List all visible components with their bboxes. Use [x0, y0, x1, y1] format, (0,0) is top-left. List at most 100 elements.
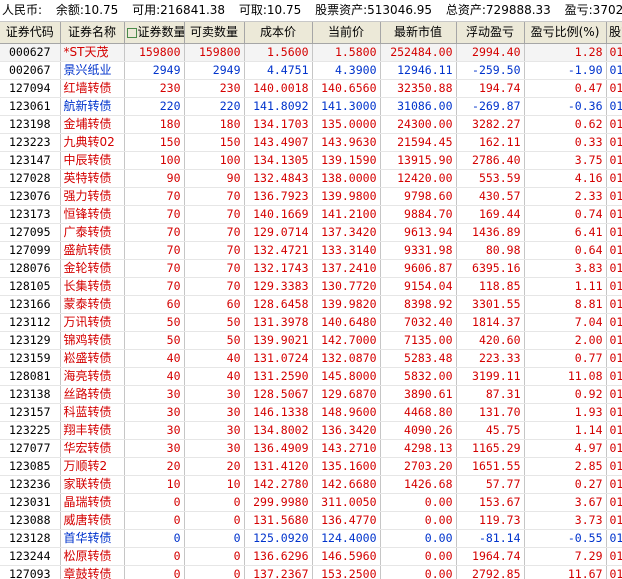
- cell-sellable: 150: [184, 133, 245, 152]
- cell-holder: 0104127: [606, 43, 622, 62]
- cell-name: 晶瑞转债: [60, 493, 125, 512]
- table-row[interactable]: 123157 科蓝转债 30 30 146.1338 148.9600 4468.80 131…: [0, 403, 622, 422]
- cell-sellable: 70: [184, 187, 245, 206]
- cell-pnl: 2994.40: [456, 43, 525, 62]
- cell-pct: 1.14: [524, 421, 607, 440]
- col-header-code[interactable]: 证券代码: [0, 22, 61, 44]
- table-row[interactable]: 127077 华宏转债 30 30 136.4909 143.2710 4298.13 116…: [0, 439, 622, 458]
- cell-qty: 70: [124, 259, 185, 278]
- table-row[interactable]: 128081 海亮转债 40 40 131.2590 145.8000 5832.00 319…: [0, 367, 622, 386]
- cell-cost: 146.1338: [244, 403, 313, 422]
- table-row[interactable]: 123088 威唐转债 0 0 131.5680 136.4770 0.00 119.73 3.…: [0, 511, 622, 530]
- table-row[interactable]: 002067 景兴纸业 2949 2949 4.4751 4.3900 12946.11 -2…: [0, 61, 622, 80]
- table-row[interactable]: 127094 红墙转债 230 230 140.0018 140.6560 32350.88…: [0, 79, 622, 98]
- cell-cost: 142.2780: [244, 475, 313, 494]
- table-row[interactable]: 127028 英特转债 90 90 132.4843 138.0000 12420.00 55…: [0, 169, 622, 188]
- cell-name: 崧盛转债: [60, 349, 125, 368]
- cell-value: 24300.00: [380, 115, 457, 134]
- col-header-pct[interactable]: 盈亏比例(%): [524, 22, 607, 44]
- cell-name: 广泰转债: [60, 223, 125, 242]
- cell-qty: 70: [124, 277, 185, 296]
- table-row[interactable]: 123159 崧盛转债 40 40 131.0724 132.0870 5283.48 223…: [0, 349, 622, 368]
- table-row[interactable]: 123076 强力转债 70 70 136.7923 139.9800 9798.60 430…: [0, 187, 622, 206]
- cell-price: 142.7000: [312, 331, 381, 350]
- cell-holder: 0104127: [606, 133, 622, 152]
- col-header-name[interactable]: 证券名称: [60, 22, 125, 44]
- cell-cost: 134.8002: [244, 421, 313, 440]
- table-row[interactable]: 123173 恒锋转债 70 70 140.1669 141.2100 9884.70 169…: [0, 205, 622, 224]
- cell-sellable: 100: [184, 151, 245, 170]
- table-row[interactable]: 123236 家联转债 10 10 142.2780 142.6680 1426.68 57.…: [0, 475, 622, 494]
- table-row[interactable]: 123166 蒙泰转债 60 60 128.6458 139.9820 8398.92 330…: [0, 295, 622, 314]
- cell-qty: 150: [124, 133, 185, 152]
- cell-sellable: 90: [184, 169, 245, 188]
- cell-pct: 11.67: [524, 565, 607, 579]
- col-header-cost[interactable]: 成本价: [244, 22, 313, 44]
- cell-holder: 0104127: [606, 439, 622, 458]
- table-row[interactable]: 123138 丝路转债 30 30 128.5067 129.6870 3890.61 87.…: [0, 385, 622, 404]
- table-row[interactable]: 123198 金埔转债 180 180 134.1703 135.0000 24300.00…: [0, 115, 622, 134]
- cell-pnl: -269.87: [456, 97, 525, 116]
- table-row[interactable]: 123085 万顺转2 20 20 131.4120 135.1600 2703.20 165…: [0, 457, 622, 476]
- table-row[interactable]: 123225 翔丰转债 30 30 134.8002 136.3420 4090.26 45.…: [0, 421, 622, 440]
- table-row[interactable]: 127093 章鼓转债 0 0 137.2367 153.2500 0.00 2792.85 1…: [0, 565, 622, 579]
- table-row[interactable]: 123244 松原转债 0 0 136.6296 146.5960 0.00 1964.74 7…: [0, 547, 622, 566]
- cell-pct: 8.81: [524, 295, 607, 314]
- cell-code: 002067: [0, 61, 61, 80]
- cell-price: 153.2500: [312, 565, 381, 579]
- pnl-value: 盈亏:37021.98: [564, 3, 622, 17]
- table-row[interactable]: 123147 中辰转债 100 100 134.1305 139.1590 13915.90…: [0, 151, 622, 170]
- col-header-price[interactable]: 当前价: [312, 22, 381, 44]
- cell-name: 长集转债: [60, 277, 125, 296]
- cell-price: 139.1590: [312, 151, 381, 170]
- col-header-holder[interactable]: 股东代码: [606, 22, 622, 44]
- cell-price: 4.3900: [312, 61, 381, 80]
- cell-price: 130.7720: [312, 277, 381, 296]
- cell-qty: 0: [124, 565, 185, 579]
- table-row[interactable]: 123129 锦鸡转债 50 50 139.9021 142.7000 7135.00 420…: [0, 331, 622, 350]
- col-header-qty[interactable]: 证券数量: [124, 22, 185, 44]
- table-row[interactable]: 127095 广泰转债 70 70 129.0714 137.3420 9613.94 143…: [0, 223, 622, 242]
- table-row[interactable]: 123223 九典转02 150 150 143.4907 143.9630 21594.4…: [0, 133, 622, 152]
- cell-qty: 40: [124, 367, 185, 386]
- table-row[interactable]: 127099 盛航转债 70 70 132.4721 133.3140 9331.98 80.…: [0, 241, 622, 260]
- cell-name: 章鼓转债: [60, 565, 125, 579]
- cell-holder: 0104127: [606, 277, 622, 296]
- cell-sellable: 50: [184, 331, 245, 350]
- table-row[interactable]: 123061 航新转债 220 220 141.8092 141.3000 31086.00…: [0, 97, 622, 116]
- col-header-sellable[interactable]: 可卖数量: [184, 22, 245, 44]
- cell-holder: 0104127: [606, 151, 622, 170]
- cell-cost: 132.4721: [244, 241, 313, 260]
- cell-cost: 132.4843: [244, 169, 313, 188]
- cell-price: 129.6870: [312, 385, 381, 404]
- cell-pnl: 45.75: [456, 421, 525, 440]
- cell-qty: 20: [124, 457, 185, 476]
- col-header-value[interactable]: 最新市值: [380, 22, 457, 44]
- cell-pct: 7.29: [524, 547, 607, 566]
- cell-code: 123112: [0, 313, 61, 332]
- total-assets-value: 总资产:729888.33: [445, 3, 551, 17]
- table-row[interactable]: 000627 *ST天茂 159800 159800 1.5600 1.5800 25248…: [0, 43, 622, 62]
- cell-price: 138.0000: [312, 169, 381, 188]
- cell-name: 红墙转债: [60, 79, 125, 98]
- cell-pnl: -259.50: [456, 61, 525, 80]
- cell-qty: 2949: [124, 61, 185, 80]
- table-row[interactable]: 123128 首华转债 0 0 125.0920 124.4000 0.00 -81.14 -0…: [0, 529, 622, 548]
- cell-holder: 0104127: [606, 367, 622, 386]
- table-row[interactable]: 123112 万讯转债 50 50 131.3978 140.6480 7032.40 181…: [0, 313, 622, 332]
- cell-qty: 180: [124, 115, 185, 134]
- table-row[interactable]: 128076 金轮转债 70 70 132.1743 137.2410 9606.87 639…: [0, 259, 622, 278]
- cell-qty: 50: [124, 331, 185, 350]
- cell-name: 翔丰转债: [60, 421, 125, 440]
- table-row[interactable]: 128105 长集转债 70 70 129.3383 130.7720 9154.04 118…: [0, 277, 622, 296]
- cell-value: 0.00: [380, 511, 457, 530]
- cell-holder: 0104127: [606, 403, 622, 422]
- cell-holder: 0104127: [606, 115, 622, 134]
- cell-name: 九典转02: [60, 133, 125, 152]
- col-header-pnl[interactable]: 浮动盈亏: [456, 22, 525, 44]
- cell-name: 强力转债: [60, 187, 125, 206]
- cell-value: 0.00: [380, 565, 457, 579]
- table-row[interactable]: 123031 晶瑞转债 0 0 299.9980 311.0050 0.00 153.67 3.…: [0, 493, 622, 512]
- cell-cost: 139.9021: [244, 331, 313, 350]
- holdings-grid[interactable]: 证券代码 证券名称 证券数量 可卖数量 成本价 当前价 最新市值 浮动盈亏 盈亏…: [0, 22, 622, 579]
